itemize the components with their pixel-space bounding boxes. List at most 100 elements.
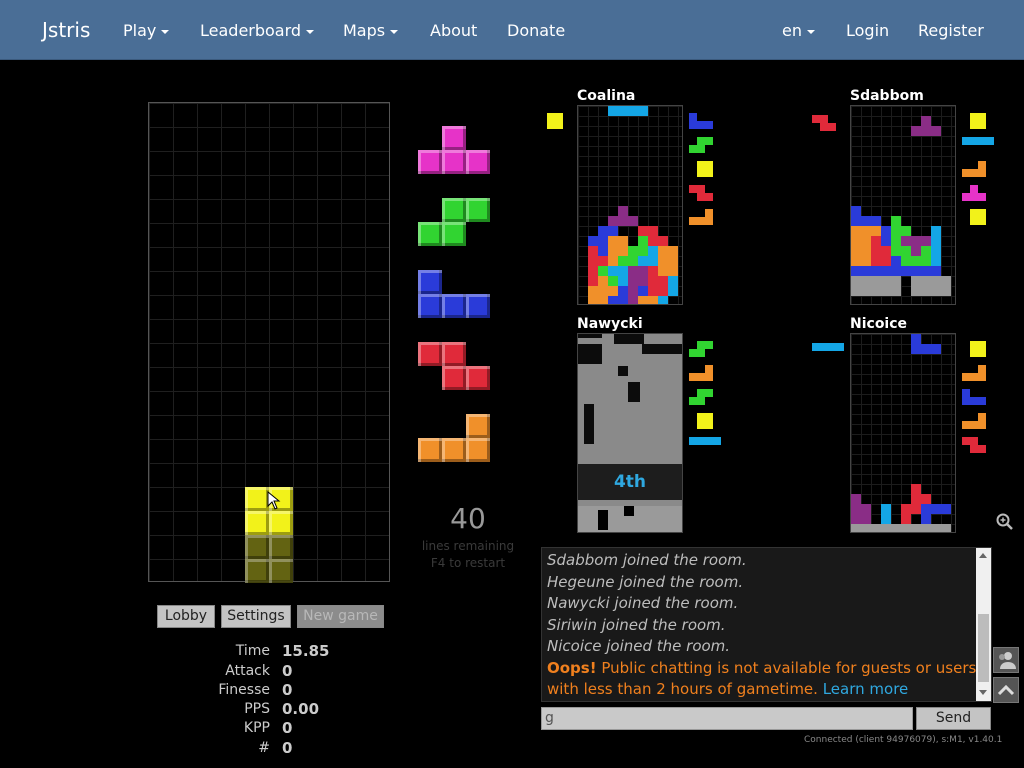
opponent-mino bbox=[871, 524, 881, 532]
opponent-mino bbox=[861, 286, 871, 296]
opponent-mino bbox=[648, 286, 658, 296]
opponent-mino bbox=[861, 266, 871, 276]
brand-logo[interactable]: Jstris bbox=[42, 18, 90, 42]
scroll-thumb[interactable] bbox=[978, 614, 989, 682]
nav-about[interactable]: About bbox=[430, 21, 477, 40]
chat-message: Hegeune joined the room. bbox=[547, 572, 744, 591]
opponent-next-piece-mino bbox=[689, 373, 697, 381]
opponent-mino bbox=[628, 246, 638, 256]
opponent-active-mino bbox=[638, 106, 648, 116]
opponent-mino bbox=[881, 286, 891, 296]
opponent-next-piece-mino bbox=[697, 437, 705, 445]
opponent-hold-piece-mino bbox=[547, 113, 555, 121]
opponent-mino bbox=[618, 246, 628, 256]
opponent-mino bbox=[901, 524, 911, 532]
opponent-mino bbox=[608, 296, 618, 304]
opponent-mino bbox=[658, 276, 668, 286]
opponent-hold-piece-mino bbox=[547, 121, 555, 129]
opponent-next-piece-mino bbox=[689, 185, 697, 193]
opponent-next-piece-mino bbox=[978, 161, 986, 169]
opponent-mino bbox=[598, 236, 608, 246]
opponent-mino bbox=[588, 246, 598, 256]
opponent-next-piece-mino bbox=[697, 389, 705, 397]
opponent-mino bbox=[598, 246, 608, 256]
opponent-mino bbox=[668, 266, 678, 276]
opponent-mino bbox=[861, 276, 871, 286]
settings-button[interactable]: Settings bbox=[221, 605, 291, 628]
main-game-board[interactable] bbox=[148, 102, 390, 583]
opponent-next-piece-mino bbox=[970, 209, 978, 217]
opponent-next-piece-mino bbox=[689, 121, 697, 129]
chevron-down-icon bbox=[806, 29, 815, 34]
opponent-hold-piece-mino bbox=[812, 115, 820, 123]
opponent-mino bbox=[871, 236, 881, 246]
next-piece-mino bbox=[466, 414, 490, 438]
opponent-mino bbox=[658, 246, 668, 256]
opponent-mino bbox=[618, 296, 628, 304]
opponent-mino bbox=[891, 524, 901, 532]
opponent-mino bbox=[598, 286, 608, 296]
opponent-next-piece-mino bbox=[970, 341, 978, 349]
scroll-up-icon[interactable] bbox=[979, 553, 987, 558]
opponent-active-mino bbox=[921, 126, 931, 136]
chat-scrollbar[interactable] bbox=[976, 548, 991, 701]
opponent-mino bbox=[901, 256, 911, 266]
nav-leaderboard[interactable]: Leaderboard bbox=[200, 21, 315, 40]
opponent-next-piece-mino bbox=[689, 145, 697, 153]
stat-count-label: # bbox=[258, 740, 270, 756]
stat-pps-label: PPS bbox=[244, 701, 270, 717]
opponent-mino bbox=[881, 266, 891, 276]
opponent-hold-piece-mino bbox=[812, 343, 820, 351]
learn-more-link[interactable]: Learn more bbox=[823, 680, 909, 698]
opponent-next-piece-mino bbox=[962, 169, 970, 177]
send-button[interactable]: Send bbox=[916, 707, 991, 730]
opponent-active-mino bbox=[628, 106, 638, 116]
scroll-down-icon[interactable] bbox=[979, 690, 987, 695]
opponent-mino bbox=[588, 236, 598, 246]
chat-box[interactable]: Sdabbom joined the room. Hegeune joined … bbox=[541, 547, 992, 702]
opponent-next-piece-mino bbox=[970, 437, 978, 445]
garbage-block bbox=[624, 506, 634, 516]
opponent-mino bbox=[871, 256, 881, 266]
opponent-next-piece-mino bbox=[705, 437, 713, 445]
opponent-next-piece-mino bbox=[697, 161, 705, 169]
zoom-icon[interactable] bbox=[995, 512, 1015, 532]
chat-input[interactable]: g bbox=[541, 707, 913, 730]
opponent-next-piece-mino bbox=[970, 445, 978, 453]
chevron-up-icon[interactable] bbox=[993, 677, 1019, 703]
opponent-next-piece-mino bbox=[697, 137, 705, 145]
chat-message: Nawycki joined the room. bbox=[547, 594, 739, 612]
opponent-mino bbox=[861, 524, 871, 532]
users-icon[interactable] bbox=[993, 647, 1019, 673]
opponent-mino bbox=[911, 524, 921, 532]
opponent-next-piece-mino bbox=[978, 341, 986, 349]
nav-maps[interactable]: Maps bbox=[343, 21, 399, 40]
next-piece-mino bbox=[418, 150, 442, 174]
opponent-next-piece-mino bbox=[970, 397, 978, 405]
new-game-button[interactable]: New game bbox=[297, 605, 384, 628]
opponent-name: Coalina bbox=[577, 88, 636, 104]
opponent-mino bbox=[618, 266, 628, 276]
opponent-next-piece-mino bbox=[705, 413, 713, 421]
nav-play-label: Play bbox=[123, 21, 157, 40]
opponent-mino bbox=[638, 266, 648, 276]
nav-play[interactable]: Play bbox=[123, 21, 170, 40]
chat-message: Siriwin joined the room. bbox=[547, 615, 726, 634]
language-select[interactable]: en bbox=[782, 21, 815, 40]
opponent-next-piece-mino bbox=[697, 121, 705, 129]
nav-donate[interactable]: Donate bbox=[507, 21, 565, 40]
opponent-mino bbox=[668, 286, 678, 296]
next-piece-mino bbox=[442, 294, 466, 318]
opponent-next-piece-mino bbox=[970, 217, 978, 225]
garbage-block bbox=[642, 344, 682, 354]
opponent-mino bbox=[871, 286, 881, 296]
opponent-active-mino bbox=[911, 344, 921, 354]
opponent-mino bbox=[608, 276, 618, 286]
opponent-next-piece-mino bbox=[978, 113, 986, 121]
nav-register[interactable]: Register bbox=[918, 21, 984, 40]
opponent-next-piece-mino bbox=[970, 193, 978, 201]
nav-login[interactable]: Login bbox=[846, 21, 889, 40]
opponent-mino bbox=[891, 276, 901, 286]
lobby-button[interactable]: Lobby bbox=[157, 605, 215, 628]
next-piece-mino bbox=[466, 294, 490, 318]
